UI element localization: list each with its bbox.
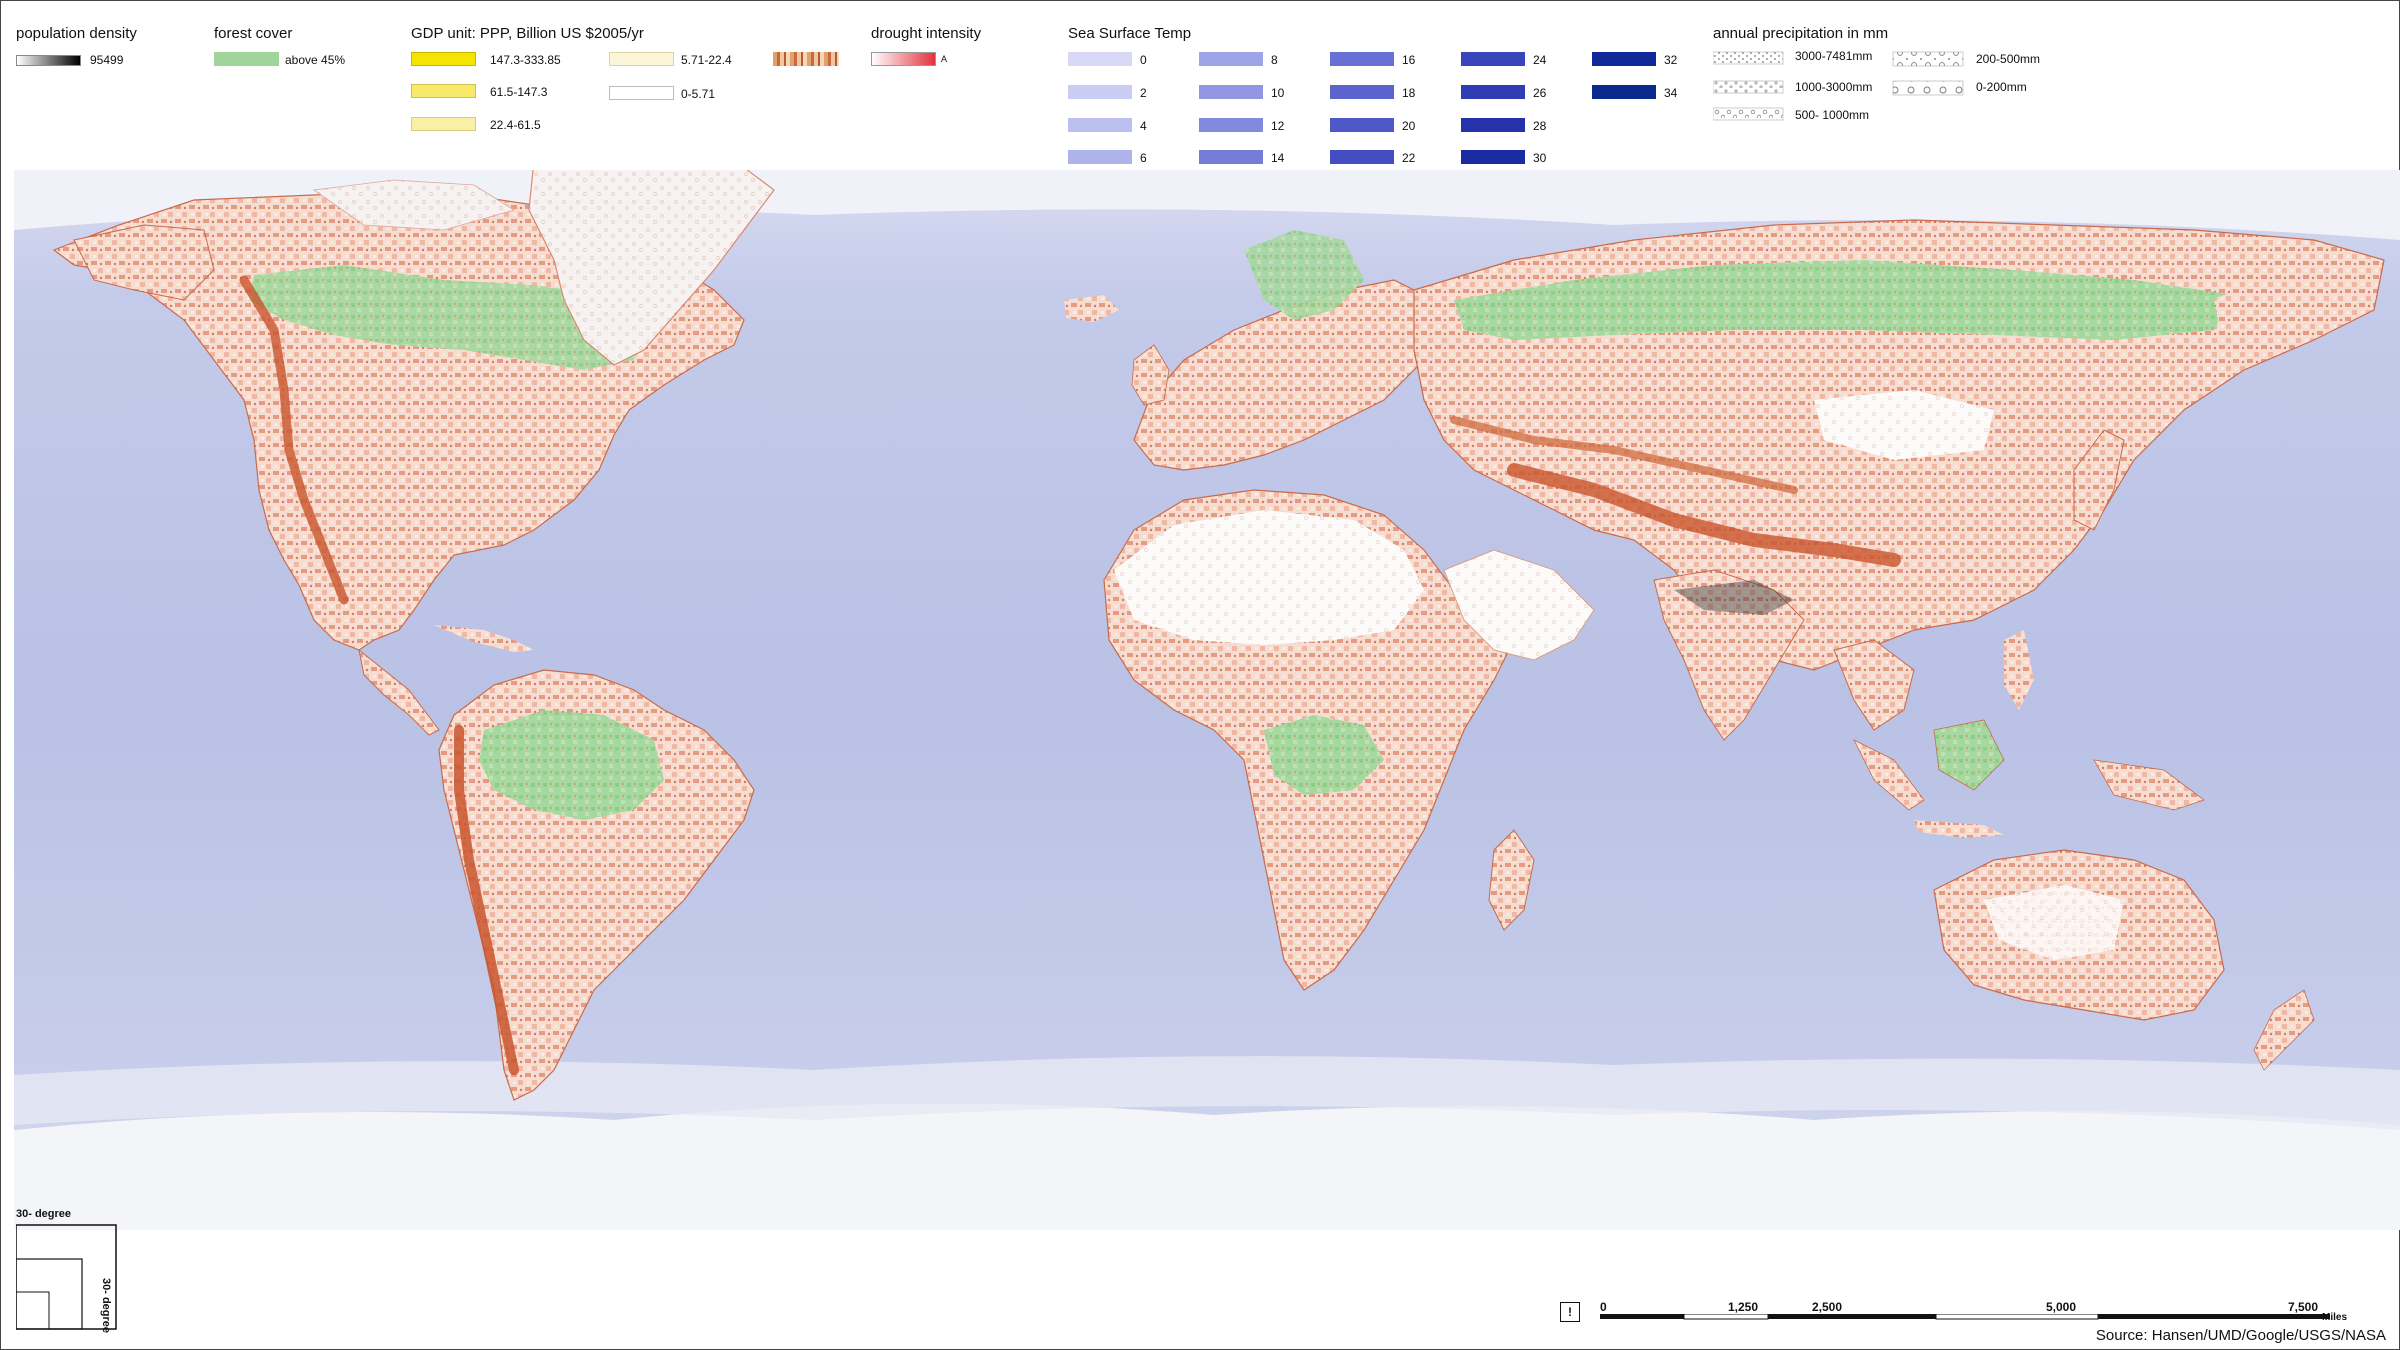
legend-gdp-swatch-1 [411, 52, 476, 66]
legend-population-gradient [16, 55, 81, 66]
precip-swatch-2 [1713, 80, 1784, 94]
legend-sst-swatch [1461, 118, 1525, 132]
grid-inset-title: 30- degree [16, 1208, 72, 1220]
precip-swatch-3 [1713, 107, 1784, 121]
legend-gdp-swatch-5 [609, 86, 674, 100]
legend-sst-label: 16 [1402, 53, 1416, 67]
legend-terrain-strip [773, 52, 839, 66]
legend-sst-swatch [1199, 52, 1263, 66]
legend-precip-label-3: 500- 1000mm [1795, 108, 1870, 122]
legend-sst-label: 32 [1664, 53, 1678, 67]
legend-sst-label: 22 [1402, 151, 1416, 165]
legend-sst-swatch [1330, 85, 1394, 99]
legend-sst-swatch [1461, 150, 1525, 164]
legend-sst-swatch [1199, 85, 1263, 99]
scale-tick-1250: 1,250 [1728, 1300, 1759, 1314]
legend-sst-swatch [1592, 52, 1656, 66]
legend-sst-swatch [1330, 150, 1394, 164]
scale-tick-5000: 5,000 [2046, 1300, 2077, 1314]
grid-inset [16, 1224, 117, 1330]
legend-gdp-label-5: 0-5.71 [681, 87, 716, 101]
legend-drought-marker: A [941, 54, 948, 64]
precip-swatch-5 [1892, 80, 1964, 96]
scale-bar [1600, 1314, 2330, 1320]
legend-sst-label: 20 [1402, 119, 1416, 133]
legend-sst-label: 6 [1140, 151, 1147, 165]
grid-inset-side-label: 30- degree [100, 1278, 112, 1334]
legend-sst-label: 12 [1271, 119, 1285, 133]
legend-sst-swatch [1461, 85, 1525, 99]
north-marker: ! [1560, 1302, 1580, 1322]
legend-sst-swatch [1199, 118, 1263, 132]
legend-precip-label-2: 1000-3000mm [1795, 80, 1873, 94]
legend-forest-label: above 45% [285, 53, 346, 67]
legend-sst-label: 8 [1271, 53, 1278, 67]
scale-tick-0: 0 [1600, 1300, 1607, 1314]
legend-gdp-label-4: 5.71-22.4 [681, 53, 732, 67]
legend-sst-swatch [1068, 85, 1132, 99]
legend-sst-label: 14 [1271, 151, 1285, 165]
legend-sst-label: 2 [1140, 86, 1147, 100]
legend-sst-swatch [1068, 118, 1132, 132]
legend-sst-title: Sea Surface Temp [1068, 25, 1192, 42]
legend-sst-label: 28 [1533, 119, 1547, 133]
legend-sst-label: 26 [1533, 86, 1547, 100]
legend-gdp-swatch-2 [411, 84, 476, 98]
legend-sst-label: 10 [1271, 86, 1285, 100]
legend-sst-label: 4 [1140, 119, 1147, 133]
legend-sst-swatch [1461, 52, 1525, 66]
legend-population-max: 95499 [90, 53, 124, 67]
legend-precip-label-1: 3000-7481mm [1795, 49, 1873, 63]
legend-sst-swatch [1199, 150, 1263, 164]
legend-sst-swatch [1330, 118, 1394, 132]
legend-sst-label: 34 [1664, 86, 1678, 100]
legend-forest-title: forest cover [214, 25, 293, 42]
source-credit: Source: Hansen/UMD/Google/USGS/NASA [2095, 1327, 2386, 1344]
legend-drought-title: drought intensity [871, 25, 982, 42]
legend-population-title: population density [16, 25, 137, 42]
legend-sst-label: 0 [1140, 53, 1147, 67]
world-map [14, 170, 2400, 1230]
legend-gdp-swatch-4 [609, 52, 674, 66]
legend-sst-swatch [1068, 52, 1132, 66]
legend-precip-title: annual precipitation in mm [1713, 25, 1889, 42]
scale-seg-3 [1768, 1314, 1936, 1319]
scale-tick-2500: 2,500 [1812, 1300, 1843, 1314]
grid-inset-inner [16, 1291, 50, 1330]
legend-gdp-title: GDP unit: PPP, Billion US $2005/yr [411, 25, 644, 42]
scale-unit: Miles [2322, 1312, 2348, 1323]
legend-sst-swatch [1592, 85, 1656, 99]
legend-forest-swatch [214, 52, 279, 66]
scale-seg-2 [1683, 1314, 1769, 1320]
scale-tick-7500: 7,500 [2288, 1300, 2319, 1314]
legend-precip-label-5: 0-200mm [1976, 80, 2027, 94]
legend-gdp-label-3: 22.4-61.5 [490, 118, 541, 132]
legend-gdp-label-2: 61.5-147.3 [490, 85, 548, 99]
legend-sst-label: 18 [1402, 86, 1416, 100]
legend-gdp-swatch-3 [411, 117, 476, 131]
legend-sst-swatch [1068, 150, 1132, 164]
precip-swatch-1 [1713, 51, 1784, 65]
scale-seg-1 [1600, 1314, 1684, 1319]
legend-precip-label-4: 200-500mm [1976, 52, 2041, 66]
legend-gdp-label-1: 147.3-333.85 [490, 53, 561, 67]
legend-drought-gradient [871, 52, 936, 66]
precip-swatch-4 [1892, 51, 1964, 67]
legend-sst-label: 30 [1533, 151, 1547, 165]
antarctica [14, 1103, 2400, 1230]
legend-sst-swatch [1330, 52, 1394, 66]
scale-seg-5 [2098, 1314, 2330, 1319]
scale-seg-4 [1935, 1314, 2099, 1320]
legend-sst-label: 24 [1533, 53, 1547, 67]
